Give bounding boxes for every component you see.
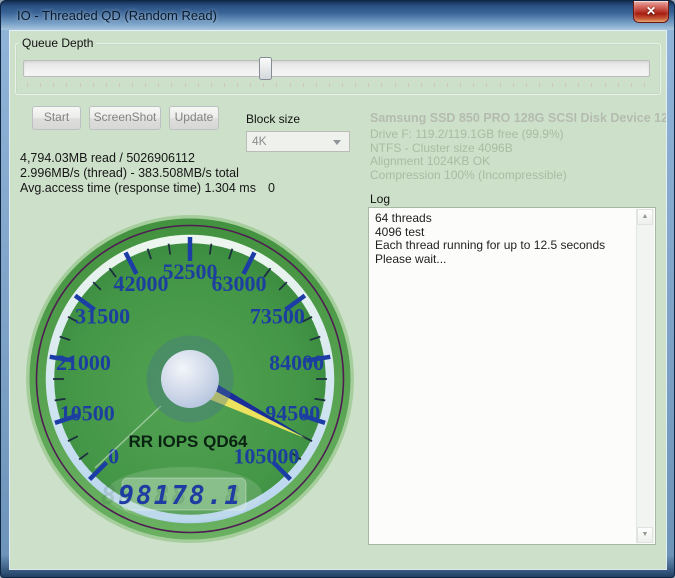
scroll-up-icon[interactable]: ▲ [637,209,653,225]
block-size-label: Block size [246,112,301,126]
slider-tick [565,83,567,87]
slider-tick [328,83,330,87]
gauge-scale-label: 42000 [113,271,168,296]
slider-tick [578,83,580,87]
slider-tick [342,83,343,87]
slider-tick [355,83,357,87]
queue-depth-label: Queue Depth [19,36,97,50]
gauge-title: RR IOPS QD64 [128,432,248,451]
slider-tick [263,83,265,87]
chevron-down-icon [333,140,341,145]
drive-filesystem-line: NTFS - Cluster size 4096B [370,140,513,155]
slider-tick [420,83,422,87]
slider-tick [486,83,488,87]
iops-gauge: 0 10500 21000 31500 42000 52500 63000 73500 8400… [25,214,355,544]
slider-tick [237,83,238,87]
gauge-hub [161,350,219,408]
log-line: 4096 test [375,224,425,239]
slider-tick [289,83,291,87]
slider-tick [27,83,28,87]
drive-compression-line: Compression 100% (Incompressible) [370,167,567,182]
title-bar[interactable]: IO - Threaded QD (Random Read) [1,1,674,30]
slider-tick [315,83,317,87]
drive-model-title: Samsung SSD 850 PRO 128G SCSI Disk Devic… [370,111,666,125]
slider-tick [223,83,225,87]
slider-tick [643,83,645,87]
gauge-scale-label: 84000 [269,350,324,375]
queue-depth-slider-track[interactable] [23,60,650,77]
slider-tick [210,83,212,87]
start-button[interactable]: Start [32,106,81,130]
slider-tick [79,83,81,87]
queue-depth-ticks [27,83,645,88]
close-button[interactable]: ✕ [633,1,669,23]
slider-tick [552,83,553,87]
update-button[interactable]: Update [169,106,219,130]
gauge-scale-label: 21000 [56,350,111,375]
slider-tick [433,83,435,87]
slider-tick [407,83,409,87]
slider-tick [617,83,619,87]
lcd-value: 98178.1 [118,481,242,511]
log-content: 64 threads 4096 test Each thread running… [375,211,633,266]
slider-tick [171,83,173,87]
drive-capacity-line: Drive F: 119.2/119.1GB free (99.9%) [370,127,564,141]
stat-bytes-read: 4,794.03MB read / 5026906112 [20,151,195,165]
slider-tick [604,83,606,87]
slider-tick [145,83,147,87]
slider-tick [447,83,448,87]
slider-tick [92,83,94,87]
slider-tick [368,83,370,87]
app-window: IO - Threaded QD (Random Read) ✕ Queue D… [0,0,675,578]
slider-tick [197,83,199,87]
slider-tick [538,83,540,87]
slider-tick [473,83,475,87]
screenshot-button[interactable]: ScreenShot [89,106,161,130]
drive-alignment-line: Alignment 1024KB OK [370,154,491,168]
slider-tick [53,83,55,87]
stat-access-time: Avg.access time (response time) 1.304 ms [20,181,256,195]
block-size-dropdown[interactable]: 4K [246,131,350,152]
slider-tick [118,83,120,87]
slider-tick [381,83,383,87]
slider-tick [499,83,501,87]
slider-tick [630,83,632,87]
slider-tick [250,83,252,87]
slider-tick [394,83,396,87]
queue-depth-slider-thumb[interactable] [259,57,273,80]
stat-throughput: 2.996MB/s (thread) - 383.508MB/s total [20,166,239,180]
slider-tick [132,83,133,87]
slider-tick [525,83,527,87]
slider-tick [591,83,593,87]
log-scrollbar[interactable]: ▲ ▼ [636,209,654,543]
window-title: IO - Threaded QD (Random Read) [17,8,217,23]
slider-tick [40,83,42,87]
gauge-scale-label: 10500 [60,400,115,425]
stat-counter: 0 [268,181,275,195]
block-size-value: 4K [252,134,267,148]
slider-tick [512,83,514,87]
log-line: Each thread running for up to 12.5 secon… [375,238,606,252]
close-icon: ✕ [645,4,657,18]
slider-tick [158,83,160,87]
log-line: 64 threads [375,211,432,225]
slider-tick [460,83,462,87]
gauge-scale-label: 52500 [163,259,218,284]
gauge-scale-label: 73500 [250,304,305,329]
slider-tick [276,83,278,87]
gauge-scale-label: 31500 [75,304,130,329]
log-line: Please wait... [375,251,447,266]
gauge-scale-label: 63000 [212,271,267,296]
log-textbox[interactable]: 64 threads 4096 test Each thread running… [368,207,656,545]
slider-tick [66,83,68,87]
slider-tick [184,83,186,87]
slider-tick [105,83,107,87]
log-label: Log [370,192,391,206]
scroll-down-icon[interactable]: ▼ [637,527,653,543]
slider-tick [302,83,304,87]
dialog-client-area: Queue Depth Start ScreenShot Update Bloc… [10,31,666,569]
